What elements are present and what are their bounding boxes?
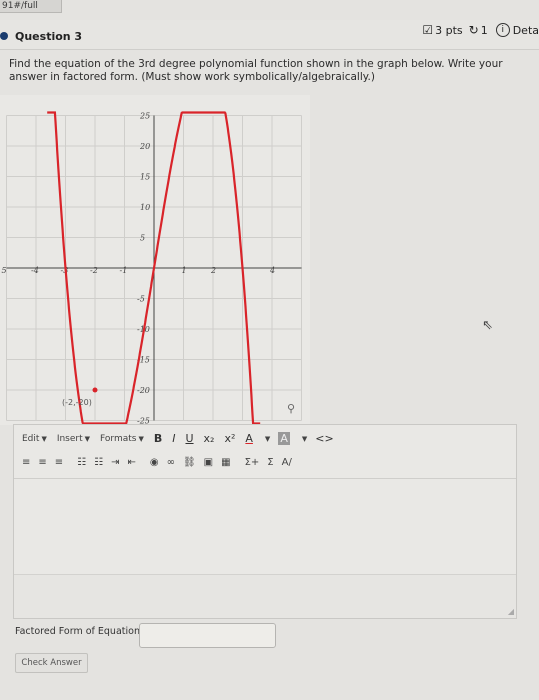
highlight-color-button[interactable]: A — [278, 432, 290, 445]
checkbox-edit-icon: ☑ — [422, 23, 434, 37]
spellcheck-icon[interactable]: A/ — [282, 457, 292, 468]
question-header: Question 3 ☑ 3 pts ↻ 1 i Deta — [0, 20, 539, 50]
caret-down-icon: ▼ — [41, 434, 47, 443]
sigma-icon[interactable]: Σ — [267, 457, 273, 468]
polynomial-graph: 5 -4 -3 -2 -1 1 2 4 25 20 15 10 5 -5 -10 -15 -20 -25 (-2,… — [0, 95, 310, 425]
numbered-list-icon[interactable]: ☷ — [94, 457, 103, 468]
x-tick-label: 2 — [210, 266, 216, 275]
bullet-list-icon[interactable]: ☷ — [77, 457, 86, 468]
link-icon[interactable]: ∞ — [167, 457, 175, 468]
bold-button[interactable]: B — [154, 432, 162, 445]
media-icon[interactable]: ◉ — [150, 457, 159, 468]
align-right-icon[interactable]: ≡ — [55, 457, 63, 468]
x-tick-label: 4 — [269, 266, 275, 275]
question-prompt: Find the equation of the 3rd degree poly… — [9, 58, 503, 83]
table-icon[interactable]: ▦ — [221, 457, 230, 468]
y-tick-label: -5 — [137, 295, 145, 304]
check-answer-button[interactable]: Check Answer — [15, 653, 88, 673]
rich-text-editor: Edit ▼ Insert ▼ Formats ▼ B I U x₂ x² A ▼ A… — [13, 424, 517, 619]
code-button[interactable]: <> — [315, 432, 333, 445]
menu-insert[interactable]: Insert ▼ — [57, 434, 90, 444]
image-icon[interactable]: ▣ — [204, 457, 213, 468]
factored-form-input[interactable] — [139, 623, 276, 648]
mouse-cursor-icon: ⇖ — [482, 318, 493, 333]
superscript-button[interactable]: x² — [224, 432, 235, 445]
caret-down-icon: ▼ — [84, 434, 91, 443]
attempts-count: 1 — [480, 23, 488, 37]
editor-toolbar-row-2: ≡ ≡ ≡ ☷ ☷ ⇥ ⇤ ◉ ∞ ⛓ ▣ ▦ Σ+ Σ A/ — [22, 457, 300, 468]
x-tick-label: 1 — [182, 266, 187, 275]
url-fragment: 91#/full — [0, 0, 62, 13]
graph-svg: 5 -4 -3 -2 -1 1 2 4252015105-5-10-15-20-25 (-2,… — [0, 95, 310, 425]
outdent-icon[interactable]: ⇤ — [128, 457, 136, 468]
info-icon[interactable]: i — [495, 23, 510, 37]
answer-label: Factored Form of Equation: — [15, 626, 144, 637]
align-center-icon[interactable]: ≡ — [38, 457, 46, 468]
y-tick-label: 25 — [139, 112, 150, 121]
question-title: Question 3 — [15, 30, 83, 43]
caret-down-icon: ▼ — [138, 434, 144, 443]
resize-grip-icon[interactable]: ◢ — [508, 607, 514, 616]
font-color-button[interactable]: A — [245, 432, 253, 445]
points-label: 3 pts — [435, 23, 463, 37]
caret-down-icon[interactable]: ▼ — [302, 435, 307, 443]
align-left-icon[interactable]: ≡ — [22, 457, 30, 468]
details-link[interactable]: Deta — [513, 24, 539, 37]
indent-icon[interactable]: ⇥ — [111, 457, 119, 468]
x-tick-label: -4 — [31, 266, 39, 275]
question-meta: ☑ 3 pts ↻ 1 i Deta — [420, 23, 539, 37]
subscript-button[interactable]: x₂ — [204, 432, 215, 445]
x-tick-label: 5 — [2, 266, 7, 275]
editor-status-bar: ◢ — [14, 574, 516, 618]
unlink-icon[interactable]: ⛓ — [183, 457, 196, 468]
y-tick-label: -20 — [137, 386, 150, 395]
menu-formats[interactable]: Formats ▼ — [100, 434, 144, 444]
menu-edit[interactable]: Edit ▼ — [22, 434, 47, 444]
point-label: (-2,-20) — [62, 398, 92, 407]
x-tick-label: -2 — [90, 266, 98, 275]
caret-down-icon[interactable]: ▼ — [265, 435, 270, 443]
x-tick-label: -1 — [120, 266, 128, 275]
italic-button[interactable]: I — [172, 432, 175, 445]
y-tick-label: 10 — [140, 203, 150, 212]
editor-toolbar-row-1: Edit ▼ Insert ▼ Formats ▼ B I U x₂ x² A ▼ A… — [22, 432, 344, 445]
retry-icon: ↻ — [468, 23, 479, 37]
magnify-icon[interactable]: ⚲ — [287, 402, 295, 415]
y-tick-label: 5 — [140, 234, 145, 243]
y-tick-label: 15 — [140, 173, 150, 182]
underline-button[interactable]: U — [185, 432, 193, 445]
y-tick-label: 20 — [139, 142, 150, 151]
editor-content-area[interactable] — [14, 479, 516, 574]
question-marker-icon — [0, 32, 8, 40]
sigma-plus-icon[interactable]: Σ+ — [245, 457, 260, 468]
minimum-point — [92, 387, 98, 393]
